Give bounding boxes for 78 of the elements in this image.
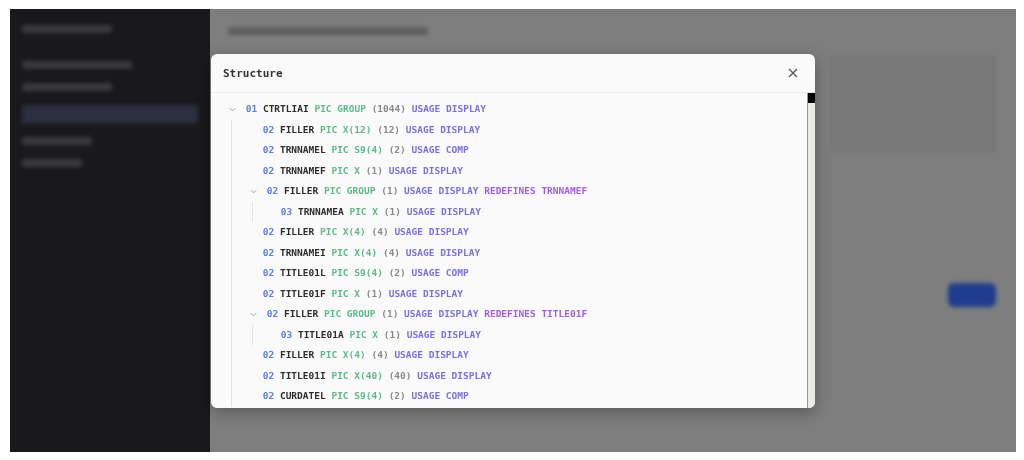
level-number: 02 (262, 369, 275, 381)
usage-clause: USAGE DISPLAY (411, 103, 487, 114)
field-size: (1) (381, 308, 399, 319)
field-name: TITLE01A (297, 328, 344, 340)
pic-clause: PIC X(4) (320, 349, 366, 360)
field-size: (1) (383, 205, 401, 217)
level-number: 02 (262, 349, 275, 360)
pic-clause: PIC X(4) (320, 226, 366, 237)
pic-clause: PIC S9(4) (331, 144, 383, 155)
level-number: 01 (245, 103, 258, 114)
level-number: 02 (266, 185, 279, 196)
level-number: 02 (262, 287, 275, 299)
usage-clause: USAGE DISPLAY (388, 287, 464, 299)
pic-clause: PIC S9(4) (331, 267, 383, 278)
field-name: TITLE01L (279, 267, 326, 278)
level-number: 02 (262, 123, 275, 135)
field-name: TITLE01F (279, 287, 326, 299)
usage-clause: USAGE DISPLAY (404, 308, 479, 319)
pic-clause: PIC X(40) (331, 369, 383, 381)
field-size: (1) (383, 328, 401, 340)
pic-clause: PIC GROUP (324, 185, 376, 196)
usage-clause: USAGE COMP (411, 267, 469, 278)
usage-clause: USAGE DISPLAY (394, 226, 469, 237)
pic-clause: PIC X (331, 164, 361, 176)
pic-clause: PIC GROUP (314, 103, 366, 114)
level-number: 02 (266, 308, 279, 319)
redefines-clause: REDEFINES TITLE01F (484, 308, 588, 319)
field-name: TRNNAMEA (297, 205, 344, 217)
field-name: FILLER (279, 349, 315, 360)
pic-clause: PIC X(12) (320, 123, 372, 135)
field-name: TITLE01I (279, 369, 326, 381)
level-number: 02 (262, 226, 275, 237)
field-size: (1) (365, 287, 383, 299)
field-size: (2) (388, 267, 406, 278)
field-size: (4) (371, 349, 389, 360)
pic-clause: PIC S9(4) (331, 390, 383, 401)
level-number: 02 (262, 246, 275, 258)
field-size: (1044) (371, 103, 406, 114)
usage-clause: USAGE DISPLAY (417, 369, 492, 381)
field-name: TRNNAMEF (279, 164, 326, 176)
field-name: CURDATEL (279, 390, 326, 401)
usage-clause: USAGE COMP (411, 144, 469, 155)
usage-clause: USAGE DISPLAY (394, 349, 469, 360)
usage-clause: USAGE DISPLAY (406, 328, 482, 340)
field-name: FILLER (279, 226, 315, 237)
field-name: FILLER (283, 308, 319, 319)
level-number: 02 (262, 164, 275, 176)
field-size: (40) (388, 369, 412, 381)
field-size: (1) (365, 164, 383, 176)
field-name: FILLER (279, 123, 315, 135)
field-name: FILLER (283, 185, 319, 196)
field-size: (1) (381, 185, 399, 196)
field-name: CTRTLIAI (262, 103, 309, 114)
field-size: (2) (388, 390, 406, 401)
pic-clause: PIC GROUP (324, 308, 376, 319)
pic-clause: PIC X (349, 328, 379, 340)
usage-clause: USAGE COMP (411, 390, 469, 401)
field-size: (2) (388, 144, 406, 155)
pic-clause: PIC X (331, 287, 361, 299)
field-size: (4) (371, 226, 389, 237)
field-size: (4) (382, 246, 401, 258)
field-size: (12) (377, 123, 401, 135)
field-name: TRNNAMEL (279, 144, 326, 155)
usage-clause: USAGE DISPLAY (404, 185, 479, 196)
level-number: 02 (262, 390, 275, 401)
pic-clause: PIC X (349, 205, 379, 217)
dialog-title: Structure (223, 66, 283, 80)
usage-clause: USAGE DISPLAY (405, 246, 481, 258)
usage-clause: USAGE DISPLAY (388, 164, 464, 176)
redefines-clause: REDEFINES TRNNAMEF (484, 185, 588, 196)
usage-clause: USAGE DISPLAY (406, 205, 482, 217)
field-name: TRNNAMEI (279, 246, 326, 258)
pic-clause: PIC X(4) (331, 246, 378, 258)
level-number: 02 (262, 144, 275, 155)
level-number: 03 (280, 205, 293, 217)
level-number: 02 (262, 267, 275, 278)
level-number: 03 (280, 328, 293, 340)
usage-clause: USAGE DISPLAY (405, 123, 481, 135)
